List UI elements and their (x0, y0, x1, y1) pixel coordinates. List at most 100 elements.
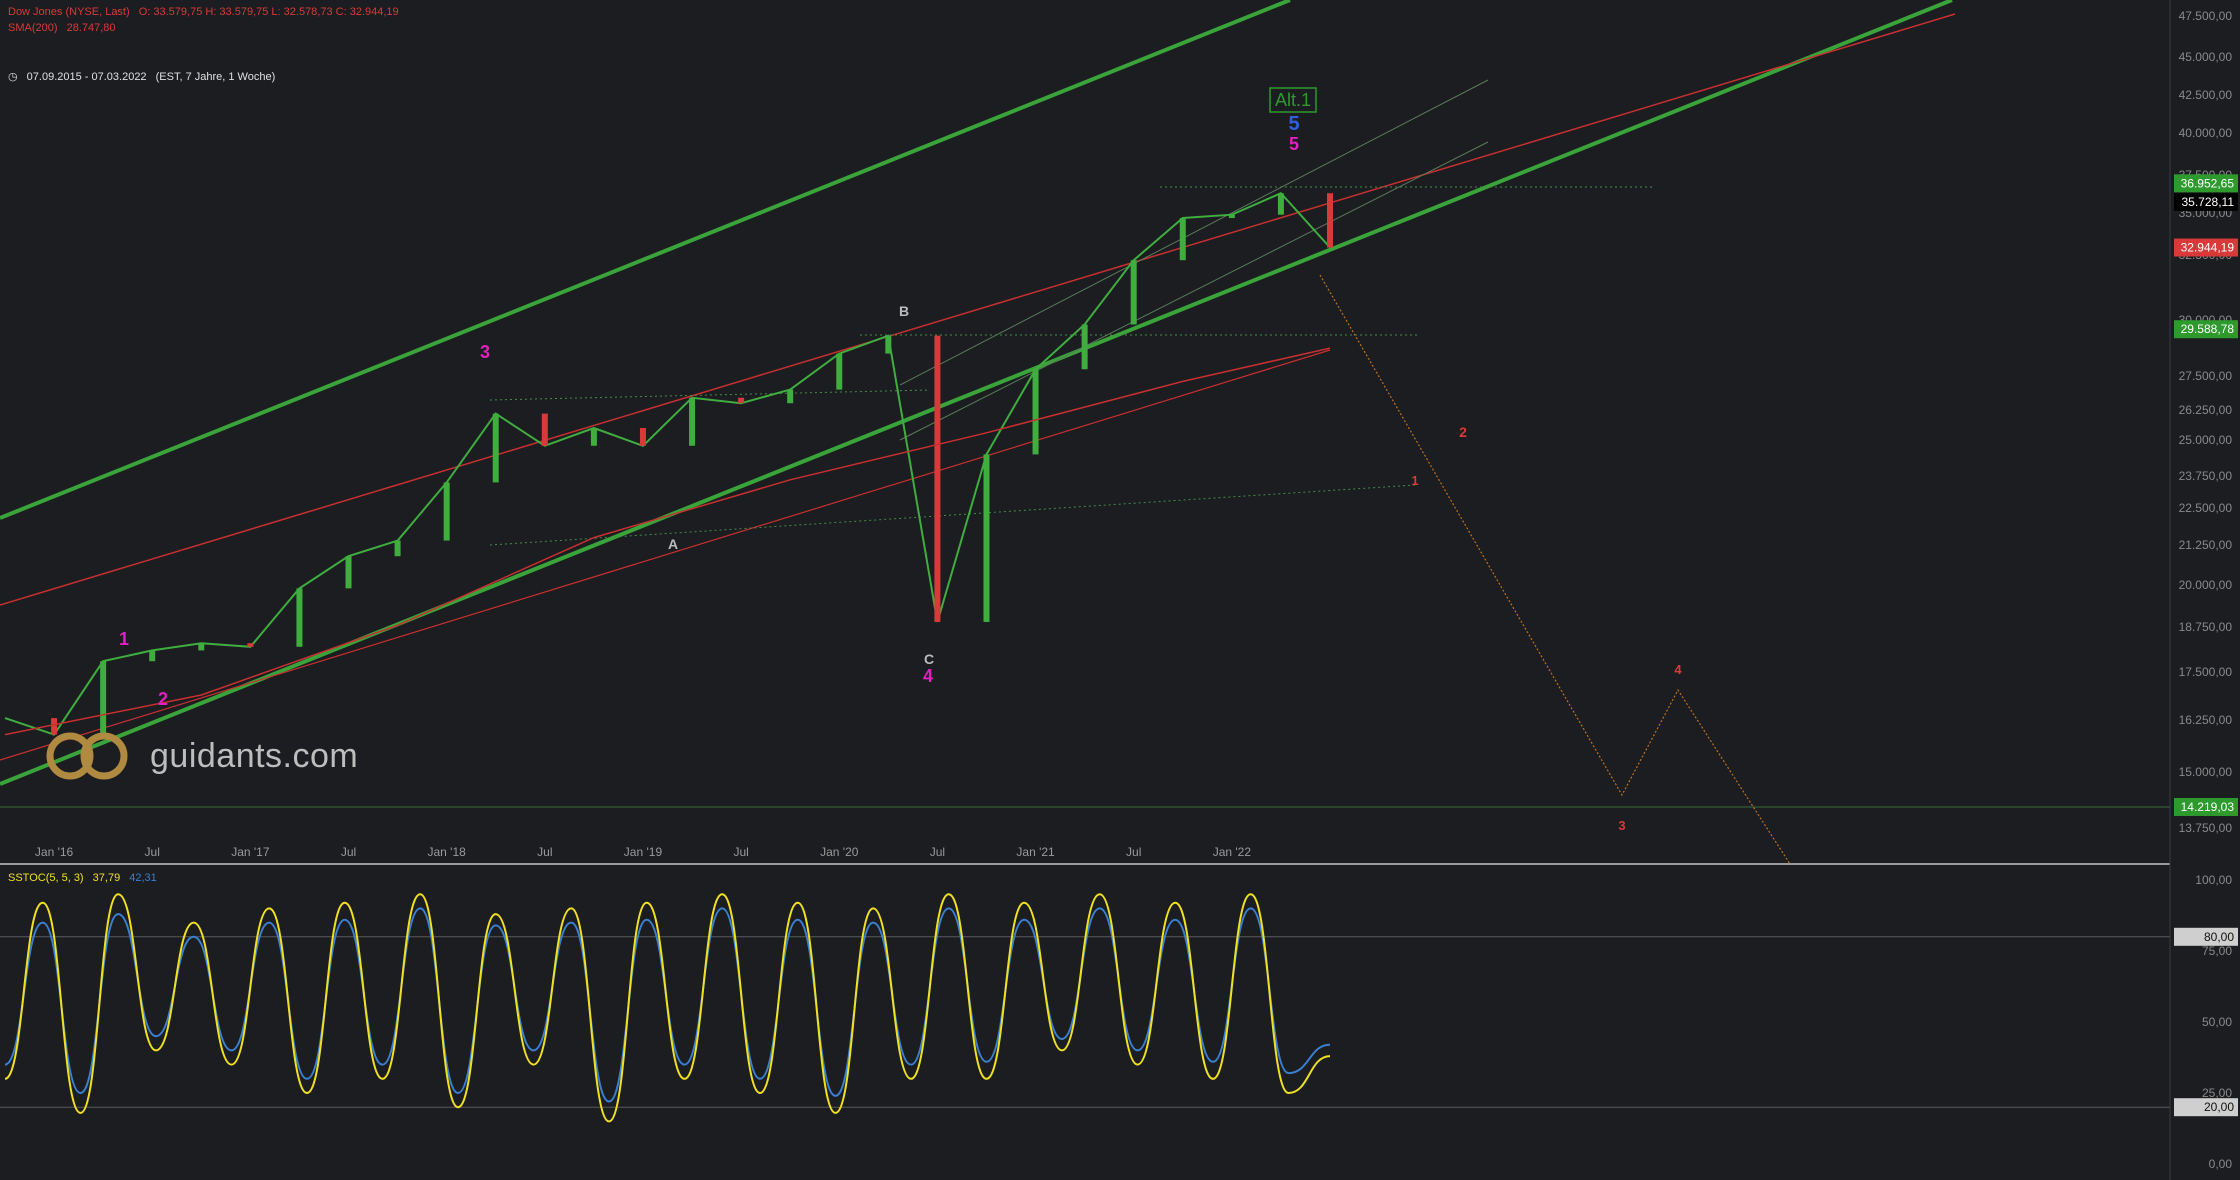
wave-label: 5 (1288, 113, 1299, 135)
wave-label: B (899, 303, 909, 319)
watermark: guidants.com (46, 730, 358, 782)
price-tick-label: 42.500,00 (2179, 88, 2233, 102)
stoch-tick-label: 50,00 (2202, 1015, 2232, 1029)
price-candle (836, 353, 843, 390)
x-tick-label: Jul (341, 845, 356, 859)
wave-label: 4 (1674, 662, 1682, 677)
price-tick-label: 25.000,00 (2179, 433, 2233, 447)
x-tick-label: Jan '21 (1016, 845, 1055, 859)
sma-value: 28.747,80 (66, 22, 116, 34)
price-candle (787, 389, 794, 404)
price-candle (738, 397, 745, 404)
x-tick-label: Jul (930, 845, 945, 859)
price-badge-label: 35.728,11 (2182, 195, 2235, 209)
x-tick-label: Jul (733, 845, 748, 859)
price-tick-label: 47.500,00 (2179, 9, 2233, 23)
wave-label: 3 (480, 342, 490, 362)
price-badge-label: 36.952,65 (2181, 176, 2235, 190)
watermark-text: guidants.com (150, 736, 359, 775)
x-tick-label: Jan '17 (231, 845, 270, 859)
price-candle (492, 413, 499, 483)
price-candle (443, 482, 450, 541)
wave-label: 3 (1618, 818, 1625, 833)
x-tick-label: Jul (145, 845, 160, 859)
symbol-legend: Dow Jones (NYSE, Last) O: 33.579,75 H: 3… (8, 6, 405, 18)
stoch-tick-label: 75,00 (2202, 944, 2232, 958)
price-candle (1179, 218, 1186, 261)
price-candle (1032, 369, 1039, 455)
price-candle (1327, 193, 1333, 248)
price-candle (394, 540, 401, 557)
x-tick-label: Jul (1126, 845, 1141, 859)
x-tick-label: Jan '18 (428, 845, 467, 859)
stoch-level-badge-label: 20,00 (2204, 1100, 2234, 1114)
price-candle (247, 643, 254, 647)
price-tick-label: 18.750,00 (2179, 620, 2233, 634)
price-candle (149, 650, 156, 662)
price-candle (1228, 214, 1235, 219)
price-tick-label: 27.500,00 (2179, 369, 2233, 383)
stoch-tick-label: 0,00 (2209, 1157, 2233, 1171)
sma-legend: SMA(200) 28.747,80 (8, 22, 122, 34)
stoch-tick-label: 25,00 (2202, 1086, 2232, 1100)
price-tick-label: 23.750,00 (2179, 469, 2233, 483)
x-tick-label: Jul (537, 845, 552, 859)
sma-label: SMA(200) (8, 22, 58, 34)
price-tick-label: 15.000,00 (2179, 765, 2233, 779)
alt-label: Alt.1 (1275, 90, 1311, 110)
stoch-legend: SSTOC(5, 5, 3) 37,79 42,31 (8, 872, 163, 884)
price-candle (983, 454, 990, 622)
price-badge-label: 14.219,03 (2181, 800, 2235, 814)
price-candle (689, 397, 696, 446)
price-candle (885, 335, 892, 354)
wave-label: 4 (923, 666, 933, 686)
price-candle (541, 413, 548, 446)
wave-label: 1 (119, 629, 129, 649)
stoch-label: SSTOC(5, 5, 3) (8, 872, 84, 884)
price-tick-label: 21.250,00 (2179, 538, 2233, 552)
wave-label: A (668, 536, 678, 552)
price-axis: 47.500,0045.000,0042.500,0040.000,0037.5… (2169, 0, 2240, 1180)
price-candle (296, 588, 303, 647)
period-info: ◷ 07.09.2015 - 07.03.2022 (EST, 7 Jahre,… (8, 70, 281, 83)
clock-icon: ◷ (8, 71, 18, 83)
price-tick-label: 13.750,00 (2179, 821, 2233, 835)
price-tick-label: 20.000,00 (2179, 578, 2233, 592)
price-candle (590, 428, 597, 446)
price-candle (1130, 260, 1137, 325)
guidants-logo-icon (46, 732, 128, 780)
price-candle (345, 556, 352, 589)
stoch-level-badge-label: 80,00 (2204, 930, 2234, 944)
period-range: 07.09.2015 - 07.03.2022 (26, 71, 147, 83)
wave-label: 1 (1411, 473, 1418, 488)
price-tick-label: 45.000,00 (2179, 50, 2233, 64)
background (0, 0, 2240, 1180)
stoch-d-value: 42,31 (129, 872, 157, 884)
price-badge-label: 29.588,78 (2181, 322, 2235, 336)
price-badge-label: 32.944,19 (2181, 241, 2235, 255)
price-tick-label: 17.500,00 (2179, 665, 2233, 679)
price-tick-label: 22.500,00 (2179, 501, 2233, 515)
stoch-tick-label: 100,00 (2195, 873, 2232, 887)
price-candle (639, 428, 646, 446)
x-tick-label: Jan '22 (1213, 845, 1252, 859)
price-candle (198, 643, 205, 651)
price-tick-label: 26.250,00 (2179, 403, 2233, 417)
wave-label: C (924, 651, 934, 667)
x-tick-label: Jan '20 (820, 845, 859, 859)
wave-label: 2 (1459, 424, 1467, 440)
price-candle (1081, 324, 1088, 370)
wave-label: 5 (1289, 134, 1299, 154)
price-tick-label: 40.000,00 (2179, 126, 2233, 140)
x-tick-label: Jan '16 (35, 845, 74, 859)
x-tick-label: Jan '19 (624, 845, 663, 859)
wave-label: 2 (158, 689, 168, 709)
stoch-k-value: 37,79 (92, 872, 121, 884)
price-candle (1277, 193, 1284, 215)
symbol-name: Dow Jones (NYSE, Last) (8, 6, 130, 18)
price-candle (934, 335, 941, 622)
price-candle (100, 661, 107, 735)
price-tick-label: 16.250,00 (2179, 713, 2233, 727)
ohlc-values: O: 33.579,75 H: 33.579,75 L: 32.578,73 C… (138, 6, 399, 18)
chart-canvas: Jan '16 Jul Jan '17 Jul Jan '18 Jul Jan '19 Jul… (0, 0, 2240, 1180)
